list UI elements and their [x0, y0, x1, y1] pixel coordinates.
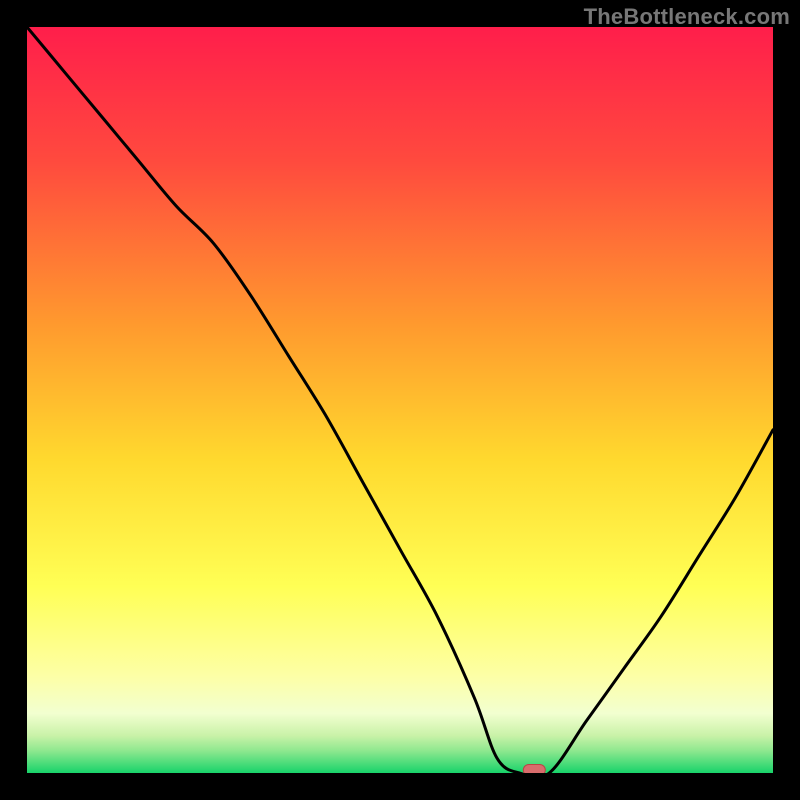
optimal-point-marker [523, 765, 545, 774]
watermark-text: TheBottleneck.com [584, 4, 790, 30]
chart-frame: TheBottleneck.com [0, 0, 800, 800]
gradient-background [27, 27, 773, 773]
plot-area [27, 27, 773, 773]
chart-svg [27, 27, 773, 773]
